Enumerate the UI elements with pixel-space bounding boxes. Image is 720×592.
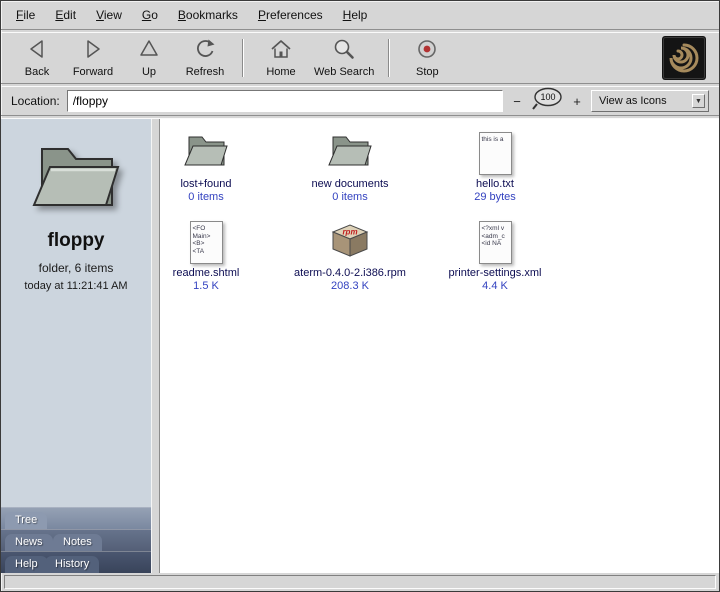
file-manager-window: File Edit View Go Bookmarks Preferences … [0,0,720,592]
menu-edit[interactable]: Edit [46,5,85,25]
sidebar-tab-notes[interactable]: Notes [53,534,102,551]
file-name: new documents [275,178,425,190]
sidebar-folder-info: folder, 6 items [39,261,114,275]
up-label: Up [142,66,156,78]
menu-bookmarks[interactable]: Bookmarks [169,5,247,25]
menu-preferences[interactable]: Preferences [249,5,332,25]
menu-view[interactable]: View [87,5,131,25]
web-search-label: Web Search [314,66,374,78]
file-item-hello-txt[interactable]: this is a hello.txt 29 bytes [420,125,570,203]
sidebar-folder-title: floppy [48,230,105,252]
sidebar-splitter[interactable] [151,119,160,573]
file-item-lost-found[interactable]: lost+found 0 items [160,125,281,203]
sidebar-tab-row: Help History [1,551,151,573]
file-name: printer-settings.xml [420,267,570,279]
xml-file-icon: <?xml v <adm_c <id NA [479,221,512,264]
file-item-new-documents[interactable]: new documents 0 items [275,125,425,203]
folder-icon [327,130,373,175]
file-name: readme.shtml [160,267,281,279]
text-file-icon: this is a [479,132,512,175]
view-mode-dropdown[interactable]: View as Icons ▼ [591,90,709,112]
stop-icon [415,38,439,65]
sidebar-tab-news[interactable]: News [5,534,53,551]
rpm-logo-text: rpm [342,228,357,237]
file-name: aterm-0.4.0-2.i386.rpm [275,267,425,279]
file-item-aterm-rpm[interactable]: rpm aterm-0.4.0-2.i386.rpm 208.3 K [275,214,425,292]
home-button[interactable]: Home [253,35,309,81]
forward-button[interactable]: Forward [65,35,121,81]
stop-button[interactable]: Stop [399,35,455,81]
sidebar: floppy folder, 6 items today at 11:21:41… [1,119,151,573]
sidebar-tab-row: Tree [1,507,151,529]
web-search-button[interactable]: Web Search [309,35,379,81]
menu-go[interactable]: Go [133,5,167,25]
view-mode-value: View as Icons [599,95,667,107]
status-field [4,575,716,589]
folder-view[interactable]: lost+found 0 items new documents 0 items… [160,119,719,573]
up-icon [137,38,161,65]
sidebar-tabs: Tree News Notes Help History [1,507,151,573]
sidebar-tab-history[interactable]: History [45,556,99,573]
file-size: 1.5 K [160,280,281,292]
home-icon [269,38,293,65]
file-size: 208.3 K [275,280,425,292]
zoom-out-button[interactable]: − [510,94,524,109]
menu-file[interactable]: File [7,5,44,25]
file-item-printer-settings-xml[interactable]: <?xml v <adm_c <id NA printer-settings.x… [420,214,570,292]
toolbar-separator [388,39,390,77]
location-input[interactable] [67,90,503,112]
refresh-button[interactable]: Refresh [177,35,233,81]
zoom-level-indicator[interactable]: 100 [531,87,563,116]
file-size: 0 items [160,191,281,203]
location-label: Location: [11,94,60,108]
main-area: floppy folder, 6 items today at 11:21:41… [1,119,719,573]
menu-help[interactable]: Help [334,5,377,25]
zoom-in-button[interactable]: + [570,94,584,109]
file-size: 0 items [275,191,425,203]
file-size: 29 bytes [420,191,570,203]
menu-bar: File Edit View Go Bookmarks Preferences … [1,1,719,29]
html-file-icon: <FO Main> <B> <TA [190,221,223,264]
web-search-icon [332,38,356,65]
zoom-level-value: 100 [540,92,555,102]
file-name: lost+found [160,178,281,190]
floppy-folder-icon[interactable] [30,135,122,220]
folder-icon [183,130,229,175]
toolbar: Back Forward Up Refresh Home [1,33,719,83]
sidebar-tab-row: News Notes [1,529,151,551]
chevron-down-icon: ▼ [692,94,705,108]
throbber-logo-icon[interactable] [662,36,706,80]
back-icon [25,38,49,65]
back-label: Back [25,66,49,78]
back-button[interactable]: Back [9,35,65,81]
sidebar-folder-date: today at 11:21:41 AM [24,280,127,292]
up-button[interactable]: Up [121,35,177,81]
home-label: Home [266,66,295,78]
file-item-readme-shtml[interactable]: <FO Main> <B> <TA readme.shtml 1.5 K [160,214,281,292]
sidebar-tab-tree[interactable]: Tree [5,512,47,529]
sidebar-tab-help[interactable]: Help [5,556,48,573]
forward-icon [81,38,105,65]
status-bar [1,573,719,591]
stop-label: Stop [416,66,439,78]
toolbar-separator [242,39,244,77]
file-name: hello.txt [420,178,570,190]
rpm-package-icon: rpm [327,221,373,264]
location-bar: Location: − 100 + View as Icons ▼ [1,87,719,115]
file-size: 4.4 K [420,280,570,292]
refresh-label: Refresh [186,66,225,78]
forward-label: Forward [73,66,113,78]
refresh-icon [193,38,217,65]
